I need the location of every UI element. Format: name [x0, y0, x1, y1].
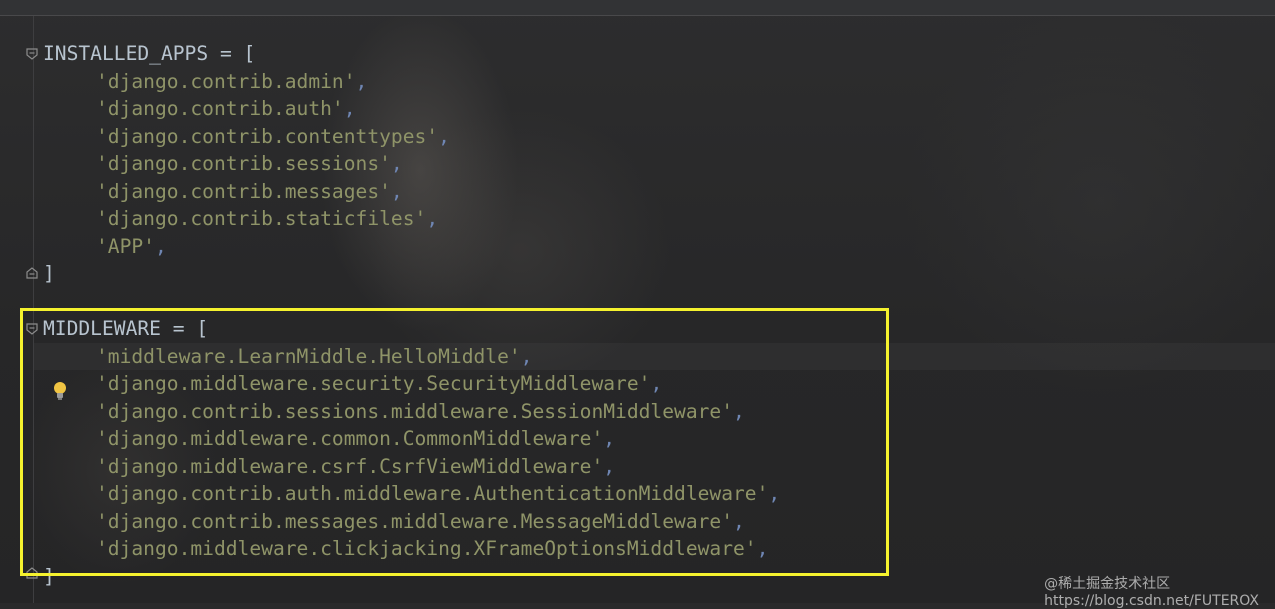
code-line[interactable]: 'django.contrib.contenttypes',	[43, 123, 450, 150]
string-literal: 'django.contrib.contenttypes'	[96, 125, 439, 148]
comma: ,	[390, 152, 403, 175]
string-literal: 'django.contrib.admin'	[96, 70, 356, 93]
code-line[interactable]: 'django.contrib.messages',	[43, 178, 403, 205]
code-line[interactable]: 'django.contrib.admin',	[43, 68, 367, 95]
code-line-installed-apps-close[interactable]: ]	[43, 260, 55, 287]
string-literal: 'APP'	[96, 235, 155, 258]
comma: ,	[343, 97, 356, 120]
code-line[interactable]: 'APP',	[43, 233, 167, 260]
watermark-url: https://blog.csdn.net/FUTEROX	[1044, 593, 1259, 609]
highlight-box	[20, 308, 889, 576]
watermark-top: @稀土掘金技术社区	[1044, 576, 1171, 592]
fold-marker-icon[interactable]	[25, 266, 39, 280]
code-line[interactable]: 'django.contrib.sessions',	[43, 150, 403, 177]
code-line[interactable]: 'django.contrib.auth',	[43, 95, 356, 122]
string-literal: 'django.contrib.staticfiles'	[96, 207, 427, 230]
code-line[interactable]: 'django.contrib.staticfiles',	[43, 205, 438, 232]
watermark: @稀土掘金技术社区 https://blog.csdn.net/FUTEROX	[1044, 573, 1259, 609]
comma: ,	[438, 125, 450, 148]
editor-tab-bar	[0, 0, 1275, 16]
string-literal: 'django.contrib.auth'	[96, 97, 344, 120]
comma: ,	[390, 180, 403, 203]
fold-marker-icon[interactable]	[25, 47, 39, 61]
code-line-installed-apps-open[interactable]: INSTALLED_APPS = [	[43, 40, 255, 67]
comma: ,	[355, 70, 368, 93]
code-editor[interactable]: INSTALLED_APPS = [ 'django.contrib.admin…	[0, 0, 1275, 609]
comma: ,	[426, 207, 439, 230]
string-literal: 'django.contrib.sessions'	[96, 152, 391, 175]
comma: ,	[154, 235, 167, 258]
string-literal: 'django.contrib.messages'	[96, 180, 391, 203]
